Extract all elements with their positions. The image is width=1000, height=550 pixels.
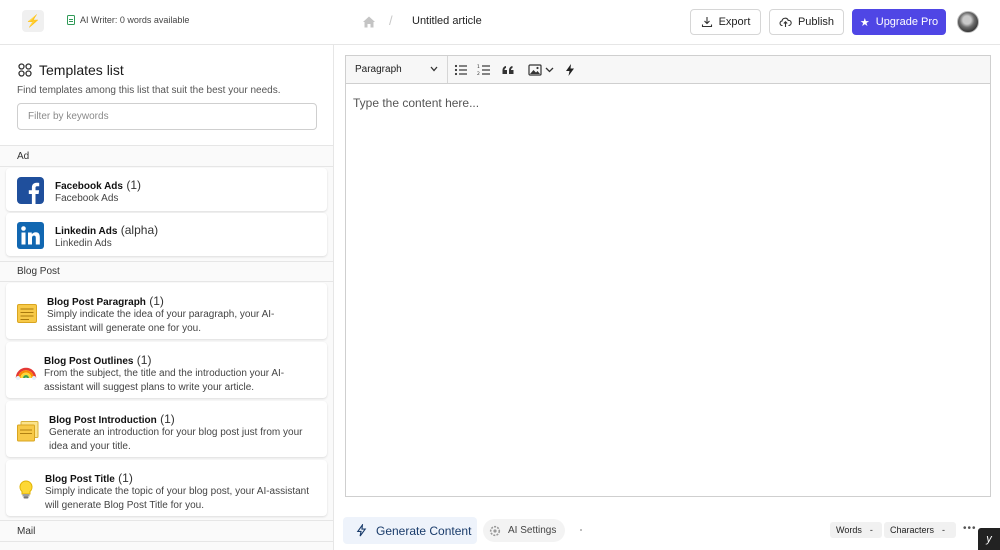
content-placeholder[interactable]: Type the content here... [353,96,479,110]
image-icon[interactable] [528,63,542,77]
template-blog-post-introduction[interactable]: Blog Post Introduction (1) Generate an i… [6,401,327,457]
lightning-button[interactable]: ⚡ [22,10,44,32]
numbered-list-icon[interactable]: 1 2 [477,63,491,77]
template-title: Facebook Ads [55,181,123,192]
template-desc: Simply indicate the topic of your blog p… [45,486,310,511]
ai-writer-status: AI Writer: 0 words available [67,15,189,25]
divider [0,261,333,262]
templates-sidebar: Templates list Find templates among this… [0,45,334,550]
image-dropdown-chevron-icon[interactable] [545,66,554,74]
template-count: (alpha) [120,223,159,237]
divider [0,541,333,542]
top-bar: ⚡ AI Writer: 0 words available / Untitle… [0,0,1000,45]
words-value: - [869,525,873,535]
section-label-mail: Mail [17,526,36,537]
download-icon [701,17,712,28]
template-blog-post-paragraph[interactable]: Blog Post Paragraph (1) Simply indicate … [6,283,327,339]
template-title: Linkedin Ads [55,226,118,237]
notepad-icon [17,304,37,323]
linkedin-icon [17,222,44,249]
block-type-value: Paragraph [355,64,402,75]
template-desc: Linkedin Ads [55,238,112,249]
cloud-upload-icon [779,17,792,27]
lightning-icon [356,524,367,537]
template-title-row: Blog Post Outlines (1) [44,353,151,367]
templates-header: Templates list Find templates among this… [0,45,333,146]
divider [0,166,333,167]
divider [0,520,333,521]
templates-subtitle: Find templates among this list that suit… [17,85,281,96]
filter-input[interactable] [17,103,317,130]
word-counter: Words - [830,522,882,538]
section-label-blog-post: Blog Post [17,266,60,277]
template-count: (1) [118,471,133,485]
export-label: Export [718,16,751,28]
svg-text:2: 2 [477,71,480,77]
lightning-icon[interactable] [563,63,577,77]
template-desc: From the subject, the title and the intr… [44,368,285,393]
document-icon [67,15,75,25]
blockquote-icon[interactable] [501,63,515,77]
template-blog-post-outlines[interactable]: Blog Post Outlines (1) From the subject,… [6,342,327,398]
publish-label: Publish [797,16,835,28]
template-linkedin-ads[interactable]: Linkedin Ads (alpha) Linkedin Ads [6,213,327,256]
bulleted-list-icon[interactable] [454,63,468,77]
breadcrumb-separator: / [389,13,393,28]
characters-value: - [942,525,946,535]
template-title: Blog Post Outlines [44,356,134,367]
template-count: (1) [149,294,164,308]
editor-toolbar: Paragraph 1 2 [346,56,990,84]
upgrade-pro-button[interactable]: ★ Upgrade Pro [852,9,946,35]
template-title-row: Blog Post Title (1) [45,471,133,485]
lightning-icon: ⚡ [25,14,41,28]
character-counter: Characters - [884,522,956,538]
app-logo-icon[interactable]: y [978,528,1000,550]
upgrade-label: Upgrade Pro [875,16,939,28]
template-facebook-ads[interactable]: Facebook Ads (1) Facebook Ads [6,168,327,211]
article-title[interactable]: Untitled article [412,15,482,27]
divider [0,281,333,282]
gear-icon [489,525,501,536]
content-editor: Paragraph 1 2 Type the content here... [345,55,991,497]
ai-settings-button[interactable]: AI Settings [483,519,565,542]
facebook-icon [17,177,44,204]
templates-title: Templates list [39,62,124,78]
svg-text:1: 1 [477,64,480,70]
characters-label: Characters [890,525,935,535]
rainbow-icon [15,367,37,380]
star-icon: ★ [859,16,870,29]
template-title-row: Facebook Ads (1) [55,178,141,192]
template-blog-post-title[interactable]: Blog Post Title (1) Simply indicate the … [6,460,327,516]
ai-settings-label: AI Settings [508,525,557,536]
template-desc: Generate an introduction for your blog p… [49,427,303,452]
separator-dot [580,529,582,531]
home-icon[interactable] [362,15,376,29]
generate-content-button[interactable]: Generate Content [343,517,477,544]
ai-writer-status-text: AI Writer: 0 words available [80,15,190,25]
block-type-select[interactable]: Paragraph [346,56,448,83]
more-options-button[interactable]: ••• [963,523,977,534]
template-count: (1) [126,178,141,192]
template-count: (1) [136,353,152,367]
chevron-down-icon [430,66,438,72]
user-avatar[interactable] [957,11,979,33]
words-label: Words [836,525,862,535]
template-desc: Facebook Ads [55,193,119,204]
sticky-notes-icon [17,421,39,442]
template-title: Blog Post Title [45,474,115,485]
export-button[interactable]: Export [690,9,761,35]
publish-button[interactable]: Publish [769,9,844,35]
template-title: Blog Post Paragraph [47,297,146,308]
generate-content-label: Generate Content [376,523,472,538]
grid-icon [18,63,32,77]
template-title-row: Blog Post Introduction (1) [49,412,175,426]
template-desc: Simply indicate the idea of your paragra… [47,309,275,334]
template-title-row: Blog Post Paragraph (1) [47,294,164,308]
template-title-row: Linkedin Ads (alpha) [55,223,158,237]
section-label-ad: Ad [17,151,30,162]
template-count: (1) [160,412,175,426]
lightbulb-icon [19,480,33,499]
template-title: Blog Post Introduction [49,415,157,426]
